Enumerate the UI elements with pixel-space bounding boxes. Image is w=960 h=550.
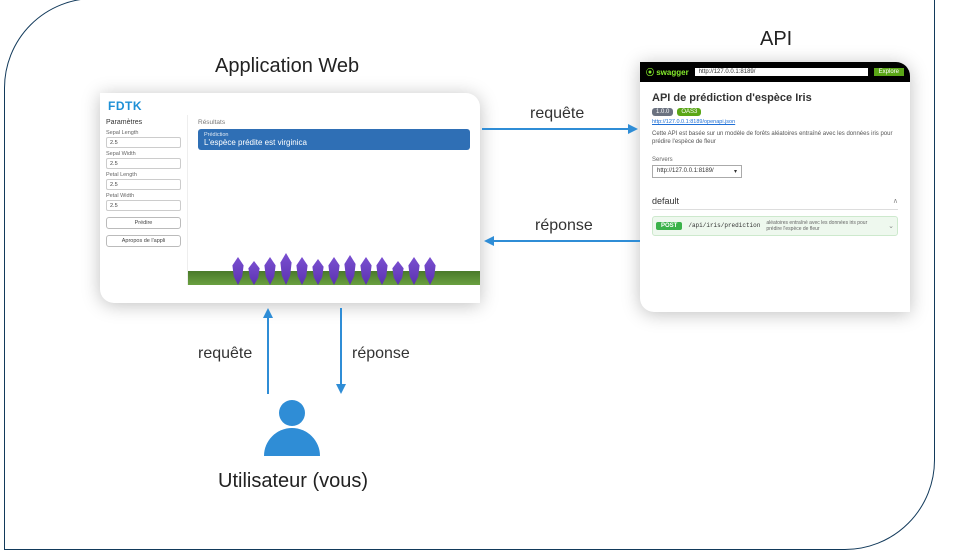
arrow-label-request-bottom: requête [198,345,252,363]
arrow-response-web-to-user [340,308,342,384]
arrowhead-icon [484,236,494,246]
webapp-logo: FDTK [108,99,142,113]
api-window: ⦿ swagger http://127.0.0.1:8189/ Explore… [640,62,910,312]
sepal-width-label: Sepal Width [106,151,181,157]
default-section-header[interactable]: default ∧ [652,196,898,210]
version-badge: 1.0.0 [652,108,673,116]
petal-width-field[interactable]: 2.5 [106,200,181,211]
method-badge: POST [656,222,682,230]
arrowhead-icon [263,308,273,318]
arrow-request-user-to-web [267,318,269,394]
explore-button[interactable]: Explore [874,68,904,76]
user-title: Utilisateur (vous) [218,470,368,493]
sepal-length-field[interactable]: 2.5 [106,137,181,148]
arrowhead-icon [336,384,346,394]
params-panel: Paramètres Sepal Length 2.5 Sepal Width … [100,115,188,285]
swagger-topbar: ⦿ swagger http://127.0.0.1:8189/ Explore [640,62,910,82]
results-panel: Résultats Prédiction L'espèce prédite es… [188,115,480,285]
api-page-title: API de prédiction d'espèce Iris [652,92,898,104]
caret-down-icon: ▾ [734,168,737,175]
prediction-card: Prédiction L'espèce prédite est virginic… [198,129,470,150]
webapp-title: Application Web [215,55,359,78]
petal-width-label: Petal Width [106,193,181,199]
results-title: Résultats [198,119,470,126]
api-title: API [760,28,792,51]
sepal-length-label: Sepal Length [106,130,181,136]
iris-flowers-image [188,251,480,285]
oas-badge: OAS3 [677,108,701,116]
arrow-label-response-bottom: réponse [352,345,410,363]
about-button[interactable]: Apropos de l'appli [106,235,181,247]
web-app-window: FDTK Paramètres Sepal Length 2.5 Sepal W… [100,93,480,303]
prediction-text: L'espèce prédite est virginica [204,138,464,147]
arrow-request-web-to-api [482,128,630,130]
prediction-heading: Prédiction [204,132,464,138]
petal-length-label: Petal Length [106,172,181,178]
endpoint-description: aléatoires entraîné avec les données iri… [766,220,882,232]
petal-length-field[interactable]: 2.5 [106,179,181,190]
server-select[interactable]: http://127.0.0.1:8189/▾ [652,165,742,178]
params-title: Paramètres [106,119,181,126]
arrow-response-api-to-web [494,240,640,242]
chevron-down-icon: ⌄ [888,222,894,230]
endpoint-path: /api/iris/prediction [688,222,760,229]
endpoint-row[interactable]: POST /api/iris/prediction aléatoires ent… [652,216,898,236]
arrow-label-response-top: réponse [535,217,593,235]
swagger-logo: ⦿ swagger [646,67,689,78]
chevron-up-icon: ∧ [893,197,898,205]
servers-label: Servers [652,157,898,163]
arrowhead-icon [628,124,638,134]
predict-button[interactable]: Prédire [106,217,181,229]
swagger-url-input[interactable]: http://127.0.0.1:8189/ [695,68,868,76]
api-description: Cette API est basée sur un modèle de for… [652,131,898,147]
sepal-width-field[interactable]: 2.5 [106,158,181,169]
arrow-label-request-top: requête [530,105,584,123]
user-icon [264,400,320,460]
openapi-link[interactable]: http://127.0.0.1:8189/openapi.json [652,119,898,125]
